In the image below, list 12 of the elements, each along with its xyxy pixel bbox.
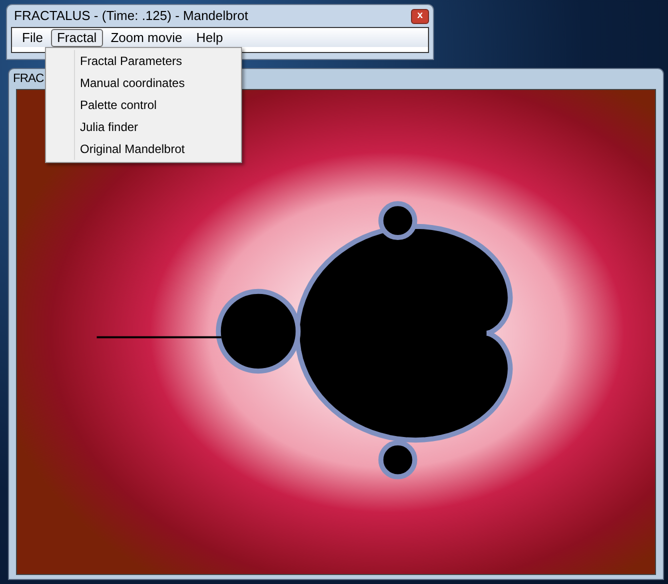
menu-option[interactable]: Original Mandelbrot — [46, 138, 241, 160]
menu-option[interactable]: Palette control — [46, 94, 241, 116]
menu-item[interactable]: Help — [190, 28, 229, 46]
window-title: FRAC — [13, 70, 44, 87]
menu-option[interactable]: Julia finder — [46, 116, 241, 138]
menu-option[interactable]: Fractal Parameters — [46, 50, 241, 72]
menu-item[interactable]: Zoom movie — [104, 28, 188, 46]
menu-item[interactable]: File — [16, 28, 49, 46]
menu-option[interactable]: Manual coordinates — [46, 72, 241, 94]
menu-item[interactable]: Fractal — [50, 28, 103, 46]
close-button[interactable]: x — [411, 8, 429, 24]
window-title: FRACTALUS - (Time: .125) - Mandelbrot — [14, 7, 248, 26]
